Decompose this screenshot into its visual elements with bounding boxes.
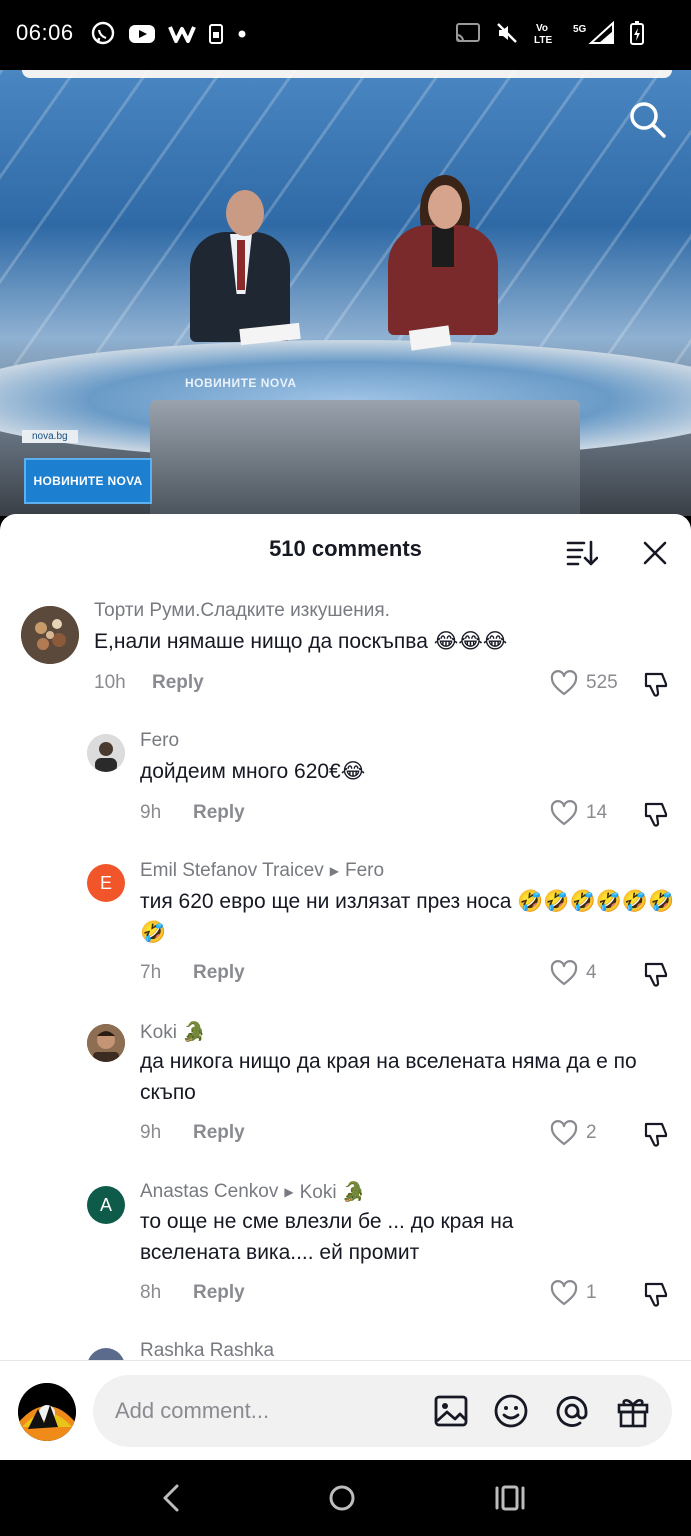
comment-author[interactable]: Rashka Rashka	[140, 1340, 274, 1362]
viber-icon	[90, 21, 116, 47]
comment-reply-item: A Anastas Cenkov ▶ Koki 🐊 то още не сме …	[0, 1176, 691, 1316]
comment-reply-item: Koki 🐊 да никога нищо да края на вселена…	[0, 1016, 691, 1156]
dislike-icon[interactable]	[642, 800, 672, 830]
volte-icon: Vo LTE	[533, 20, 559, 46]
like-button[interactable]: 4	[550, 960, 597, 986]
search-icon[interactable]	[626, 98, 670, 142]
comment-text: то още не сме влезли бе ... до края на в…	[140, 1210, 514, 1264]
comment-item: Торти Руми.Сладките изкушения. Е,нали ня…	[0, 596, 691, 706]
comments-sheet: 510 comments Торти Руми.Сладките изкушен…	[0, 514, 691, 1460]
comment-reply-item: Fero дойдеим много 620€😂 9h Reply 14	[0, 726, 691, 836]
like-count: 4	[586, 962, 597, 983]
avatar[interactable]	[87, 1024, 125, 1062]
recents-icon[interactable]	[490, 1478, 530, 1518]
like-count: 2	[586, 1122, 597, 1143]
reply-arrow-icon: ▶	[329, 864, 339, 878]
comment-time: 9h	[140, 802, 162, 823]
reply-button[interactable]: Reply	[193, 962, 245, 984]
cast-icon	[455, 22, 481, 44]
clock: 06:06	[16, 20, 74, 45]
comment-author[interactable]: Emil Stefanov Traicev ▶ Fero	[140, 860, 384, 882]
comment-author[interactable]: Торти Руми.Сладките изкушения.	[94, 600, 390, 622]
heart-icon	[550, 960, 578, 986]
comment-time: 9h	[140, 1122, 162, 1143]
mention-icon[interactable]	[554, 1393, 590, 1429]
close-icon[interactable]	[640, 538, 670, 568]
reply-to-author: Fero	[344, 860, 385, 881]
comment-author[interactable]: Fero	[140, 730, 179, 752]
comment-text: дойдеим много 620€😂	[140, 760, 366, 783]
comment-time: 7h	[140, 962, 162, 983]
home-icon[interactable]	[322, 1478, 362, 1518]
like-count: 1	[586, 1282, 597, 1303]
reply-button[interactable]: Reply	[193, 1282, 245, 1304]
avatar[interactable]	[21, 606, 79, 664]
comment-text: тия 620 евро ще ни излязат през носа 🤣🤣🤣…	[140, 890, 675, 944]
w-app-icon	[168, 23, 196, 45]
heart-icon	[550, 670, 578, 696]
system-navigation-bar	[0, 1460, 691, 1536]
dislike-icon[interactable]	[642, 960, 672, 990]
desk-brand-text: НОВИНИТЕ NOVA	[185, 376, 297, 390]
network-type-label: 5G	[573, 24, 587, 35]
gift-icon[interactable]	[615, 1393, 651, 1429]
comment-time: 8h	[140, 1282, 162, 1303]
comment-author[interactable]: Anastas Cenkov ▶ Koki 🐊	[140, 1180, 366, 1204]
studio-background	[0, 70, 691, 370]
reply-button[interactable]: Reply	[152, 672, 204, 694]
video-player[interactable]: НОВИНИТЕ NOVA nova.bg НОВИНИТЕ NOVA	[0, 70, 691, 516]
like-count: 14	[586, 802, 608, 823]
battery-charging-icon	[629, 20, 645, 46]
like-button[interactable]: 525	[550, 670, 618, 696]
avatar[interactable]: E	[87, 864, 125, 902]
like-button[interactable]: 1	[550, 1280, 597, 1306]
sim-card-icon	[208, 23, 224, 45]
like-button[interactable]: 14	[550, 800, 607, 826]
status-bar: 06:06 Vo LTE 5G	[0, 0, 691, 70]
sort-icon[interactable]	[566, 538, 599, 568]
comment-composer	[0, 1360, 691, 1460]
reply-button[interactable]: Reply	[193, 802, 245, 824]
back-icon[interactable]	[152, 1478, 192, 1518]
comment-text: да никога нищо да края на вселената няма…	[140, 1050, 637, 1104]
5g-signal-icon: 5G	[573, 21, 615, 45]
desk-base	[150, 400, 580, 516]
comment-input-container	[93, 1375, 672, 1447]
emoji-icon[interactable]	[493, 1393, 529, 1429]
comment-text: Е,нали нямаше нищо да поскъпва 😂😂😂	[94, 630, 508, 653]
heart-icon	[550, 800, 578, 826]
avatar[interactable]: A	[87, 1186, 125, 1224]
comments-header: 510 comments	[0, 514, 691, 586]
logo-site-label: nova.bg	[22, 430, 78, 443]
heart-icon	[550, 1280, 578, 1306]
svg-text:Vo: Vo	[536, 23, 548, 34]
dislike-icon[interactable]	[642, 1120, 672, 1150]
reply-button[interactable]: Reply	[193, 1122, 245, 1144]
avatar[interactable]	[87, 734, 125, 772]
comment-author[interactable]: Koki 🐊	[140, 1020, 206, 1044]
comment-input[interactable]	[115, 1393, 415, 1429]
dislike-icon[interactable]	[642, 1280, 672, 1310]
reply-arrow-icon: ▶	[284, 1185, 294, 1199]
mute-icon	[495, 21, 519, 45]
notification-icons	[90, 20, 248, 48]
youtube-icon	[128, 23, 156, 45]
like-button[interactable]: 2	[550, 1120, 597, 1146]
image-icon[interactable]	[433, 1393, 469, 1429]
like-count: 525	[586, 672, 618, 693]
avatar[interactable]	[18, 1383, 76, 1441]
dot-icon	[236, 28, 248, 40]
reply-to-author: Koki 🐊	[299, 1182, 366, 1203]
comment-time: 10h	[94, 672, 126, 693]
channel-logo: НОВИНИТЕ NOVA	[24, 458, 152, 504]
svg-text:LTE: LTE	[534, 35, 552, 46]
system-icons: Vo LTE 5G	[455, 18, 645, 48]
dislike-icon[interactable]	[642, 670, 672, 700]
comment-reply-item: E Emil Stefanov Traicev ▶ Fero тия 620 е…	[0, 856, 691, 996]
heart-icon	[550, 1120, 578, 1146]
